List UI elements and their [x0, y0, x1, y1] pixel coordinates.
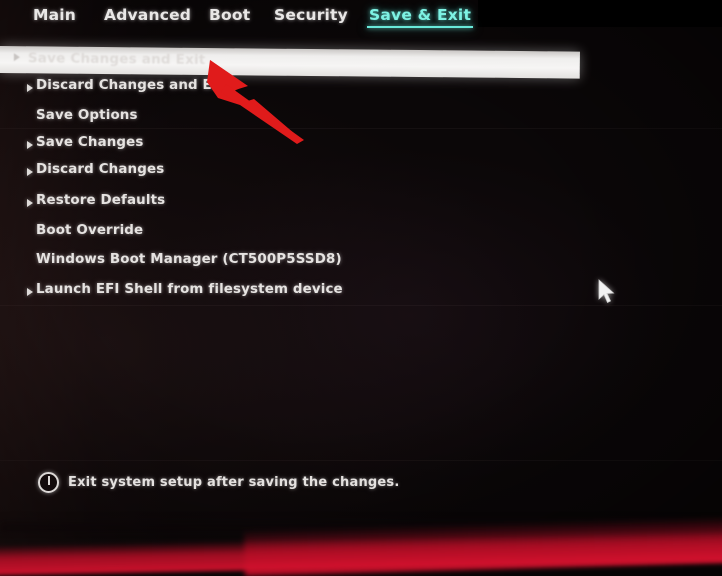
- triangle-bullet-icon: [27, 288, 33, 296]
- menu-item-label: Launch EFI Shell from filesystem device: [36, 282, 343, 297]
- triangle-bullet-icon: [13, 53, 20, 62]
- menu-item-label: Discard Changes: [36, 162, 165, 177]
- tab-advanced[interactable]: Advanced: [104, 6, 191, 24]
- help-description-bar: Exit system setup after saving the chang…: [38, 471, 400, 493]
- tab-boot[interactable]: Boot: [209, 6, 250, 24]
- section-header-label: Boot Override: [36, 223, 144, 238]
- info-icon: [38, 471, 59, 493]
- menu-item-label: Windows Boot Manager (CT500P5SSD8): [36, 252, 342, 267]
- tab-main[interactable]: Main: [33, 6, 76, 24]
- bios-menu-bar: Main Advanced Boot Security Save & Exit: [0, 0, 722, 40]
- section-header-label: Save Options: [36, 108, 138, 123]
- triangle-bullet-icon: [27, 141, 33, 149]
- menu-item-save-changes-and-exit-selected[interactable]: Save Changes and Exit: [0, 46, 580, 79]
- tab-security[interactable]: Security: [274, 6, 348, 24]
- menu-item-label: Save Changes and Exit: [27, 50, 206, 68]
- triangle-bullet-icon: [27, 199, 33, 207]
- triangle-bullet-icon: [27, 84, 33, 92]
- menu-item-label: Discard Changes and Exit: [36, 78, 232, 93]
- bios-setup-screen: Main Advanced Boot Security Save & Exit …: [0, 0, 722, 576]
- tab-save-and-exit[interactable]: Save & Exit: [366, 6, 474, 28]
- menu-item-label: Save Changes: [36, 135, 144, 150]
- triangle-bullet-icon: [27, 168, 33, 176]
- menu-item-label: Restore Defaults: [36, 193, 166, 208]
- help-text: Exit system setup after saving the chang…: [68, 474, 400, 490]
